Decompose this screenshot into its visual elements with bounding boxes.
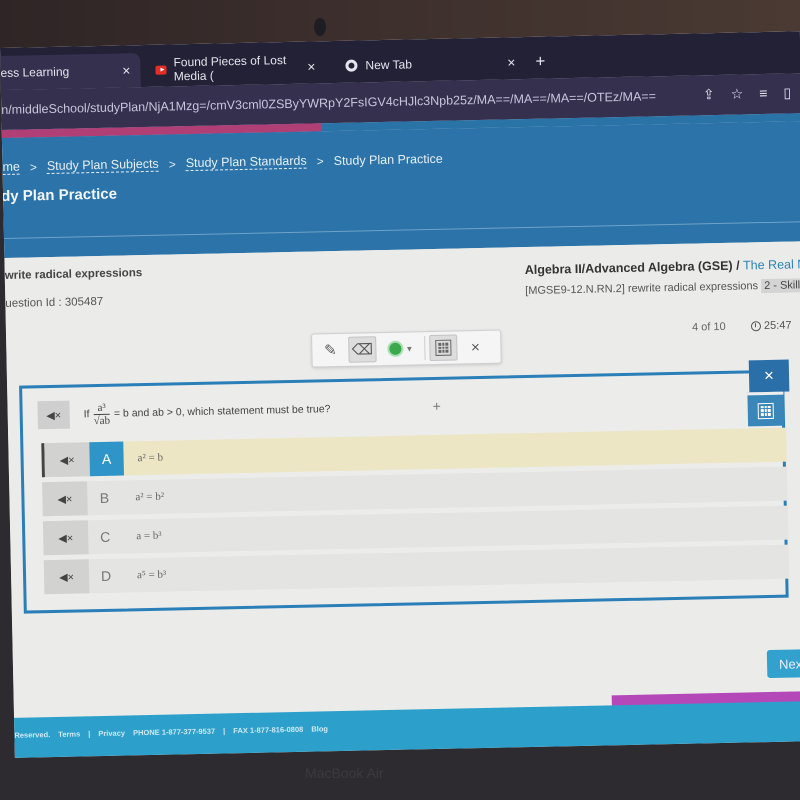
choice-expression: a⁵ = b³ xyxy=(136,568,167,582)
speaker-mute-icon[interactable]: ◀× xyxy=(42,481,88,517)
footer-copyright: Reserved. xyxy=(14,730,51,740)
pencil-button[interactable]: ✎ xyxy=(316,337,345,364)
star-icon[interactable]: ☆ xyxy=(730,85,743,102)
speaker-mute-icon[interactable]: ◀× xyxy=(42,520,89,556)
speaker-mute-icon[interactable]: ◀× xyxy=(44,442,90,478)
color-swatch xyxy=(387,340,404,357)
page-title: dy Plan Practice xyxy=(0,185,118,206)
footer-blog-link[interactable]: Blog xyxy=(311,724,328,733)
unit-link[interactable]: The Real Numb xyxy=(743,257,800,273)
url-text[interactable]: n/middleSchool/studyPlan/NjA1Mzg=/cmV3cm… xyxy=(1,89,656,117)
crosshair-cursor: + xyxy=(432,397,441,415)
calculator-button[interactable] xyxy=(747,391,785,427)
stem-prefix: If xyxy=(83,408,90,421)
screen: ess Learning × Found Pieces of Lost Medi… xyxy=(0,31,800,758)
footer-fax: FAX 1-877-816-0808 xyxy=(233,724,304,736)
panel-close-button[interactable]: × xyxy=(748,359,790,393)
tab-label: New Tab xyxy=(365,57,413,73)
breadcrumb-subjects[interactable]: Study Plan Subjects xyxy=(46,156,159,175)
calculator-icon xyxy=(757,402,774,419)
close-icon: × xyxy=(470,338,480,356)
breadcrumb-standards[interactable]: Study Plan Standards xyxy=(185,153,307,172)
breadcrumb-separator: > xyxy=(168,156,176,171)
choice-expression: a² = b xyxy=(137,451,164,465)
youtube-icon xyxy=(155,65,167,75)
tab-new-tab[interactable]: New Tab × xyxy=(335,45,526,83)
timer-value: 25:47 xyxy=(763,319,792,333)
course-name: Algebra II/Advanced Algebra (GSE) / xyxy=(524,258,740,278)
tab-youtube[interactable]: Found Pieces of Lost Media ( × xyxy=(145,49,326,87)
tab-close-icon[interactable]: × xyxy=(307,58,316,74)
question-id: uestion Id : 305487 xyxy=(5,295,104,310)
tab-close-icon[interactable]: × xyxy=(122,62,131,78)
tab-label: ess Learning xyxy=(0,64,70,80)
eraser-icon: ⌫ xyxy=(351,341,374,359)
question-count: 4 of 10 xyxy=(691,320,726,334)
eraser-button[interactable]: ⌫ xyxy=(348,336,377,363)
fraction-numerator: a³ xyxy=(93,401,110,415)
pencil-icon: ✎ xyxy=(323,342,337,360)
annotation-toolbar: ✎ ⌫ ▼ × xyxy=(311,329,502,368)
toolbar-close-button[interactable]: × xyxy=(461,334,490,361)
grid-icon xyxy=(435,339,452,356)
clock-icon xyxy=(750,321,762,332)
question-stem: ◀× If a³ √ab = b and ab > 0, which state… xyxy=(37,390,331,434)
divider xyxy=(3,220,800,239)
footer-separator: | xyxy=(223,726,226,736)
choice-expression: a = b³ xyxy=(136,529,162,543)
speaker-mute-icon[interactable]: ◀× xyxy=(43,559,90,595)
breadcrumb-separator: > xyxy=(29,159,38,174)
footer-terms-link[interactable]: Terms xyxy=(58,729,80,738)
close-icon: × xyxy=(763,365,775,386)
toolbar-divider xyxy=(424,336,426,361)
grid-toggle-button[interactable] xyxy=(429,334,458,362)
next-button[interactable]: Next xyxy=(766,648,800,679)
course-title: Algebra II/Advanced Algebra (GSE) / The … xyxy=(525,257,800,277)
choice-letter: A xyxy=(89,441,124,477)
footer-privacy-link[interactable]: Privacy xyxy=(98,729,125,739)
sidebar-icon[interactable]: ▯ xyxy=(783,84,791,101)
dok-badge: 2 - Skill/C xyxy=(760,278,800,294)
stem-suffix: = b and ab > 0, which statement must be … xyxy=(113,403,331,420)
share-icon[interactable]: ⇪ xyxy=(703,86,715,103)
footer-separator: | xyxy=(88,729,91,739)
tab-close-icon[interactable]: × xyxy=(507,54,516,70)
choice-expression: a² = b² xyxy=(135,490,165,504)
content-area: write radical expressions uestion Id : 3… xyxy=(4,240,800,718)
choice-letter: C xyxy=(100,528,111,546)
fraction-denominator: √ab xyxy=(93,414,111,427)
reading-list-icon[interactable]: ≡ xyxy=(759,85,768,102)
breadcrumb-current: Study Plan Practice xyxy=(333,151,443,168)
chevron-down-icon: ▼ xyxy=(405,343,414,354)
footer-phone: PHONE 1-877-377-9537 xyxy=(132,726,216,738)
choice-letter: B xyxy=(99,489,110,507)
fraction: a³ √ab xyxy=(93,401,111,427)
question-text: If a³ √ab = b and ab > 0, which statemen… xyxy=(83,397,331,427)
device-label: MacBook Air xyxy=(305,765,384,781)
timer: 25:47 xyxy=(750,319,792,333)
question-topic: write radical expressions xyxy=(4,267,143,282)
choice-letter: D xyxy=(100,567,112,584)
standard-line: [MGSE9-12.N.RN.2] rewrite radical expres… xyxy=(525,278,800,298)
camera xyxy=(314,18,326,36)
standard-text: [MGSE9-12.N.RN.2] rewrite radical expres… xyxy=(525,280,759,298)
address-bar-icons: ⇪ ☆ ≡ ▯ xyxy=(703,84,792,103)
tab-learning[interactable]: ess Learning × xyxy=(0,53,141,91)
chrome-icon xyxy=(345,59,358,72)
new-tab-button[interactable]: + xyxy=(525,44,556,79)
page-header: me > Study Plan Subjects > Study Plan St… xyxy=(0,120,800,258)
color-picker[interactable]: ▼ xyxy=(380,335,421,362)
breadcrumb-separator: > xyxy=(316,153,324,168)
breadcrumb: me > Study Plan Subjects > Study Plan St… xyxy=(2,151,443,175)
breadcrumb-home[interactable]: me xyxy=(2,159,21,175)
question-panel: ◀× If a³ √ab = b and ab > 0, which state… xyxy=(19,369,790,614)
tab-label: Found Pieces of Lost Media ( xyxy=(173,53,287,84)
speaker-mute-icon[interactable]: ◀× xyxy=(37,400,70,430)
plus-icon: + xyxy=(535,51,546,71)
